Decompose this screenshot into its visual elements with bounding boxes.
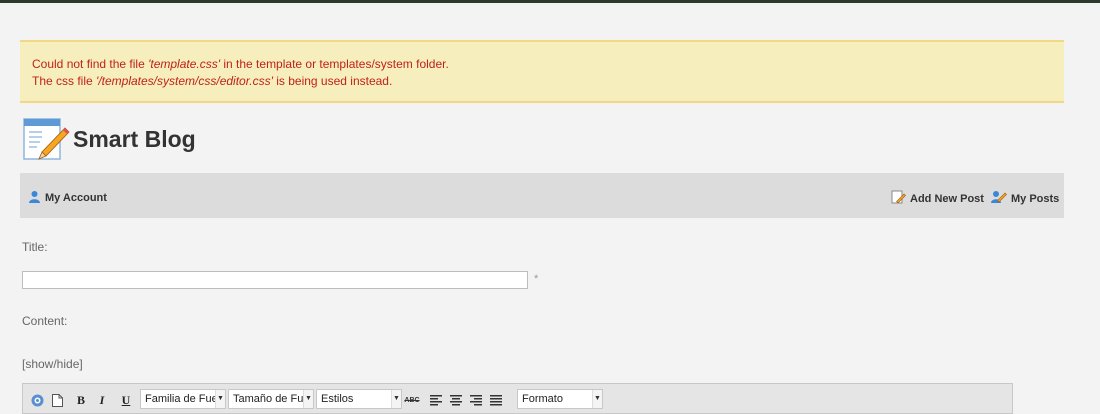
notice-line-1: Could not find the file 'template.css' i… — [32, 57, 449, 71]
add-new-post-link[interactable]: Add New Post — [891, 190, 984, 205]
my-posts-link[interactable]: My Posts — [990, 190, 1059, 205]
user-edit-icon — [991, 191, 1007, 203]
show-hide-editor-link[interactable]: [show/hide] — [22, 357, 83, 371]
strikethrough-button[interactable]: ABC — [404, 390, 420, 410]
new-document-icon — [891, 190, 906, 204]
format-select[interactable]: Formato ▼ — [517, 389, 603, 409]
align-left-icon — [430, 394, 442, 405]
new-document-icon — [51, 393, 63, 407]
underline-button[interactable]: U — [119, 390, 133, 410]
chevron-down-icon: ▼ — [592, 390, 602, 408]
notice-line-2: The css file '/templates/system/css/edit… — [32, 74, 393, 88]
required-indicator: * — [534, 273, 539, 285]
my-account-link[interactable]: My Account — [28, 190, 107, 204]
align-right-button[interactable] — [469, 390, 483, 410]
title-input[interactable] — [22, 271, 528, 289]
window-top-border — [0, 0, 1100, 3]
page-title: Smart Blog — [73, 126, 196, 152]
user-navbar: My Account Add New Post My Posts — [20, 173, 1064, 218]
title-label: Title: — [22, 240, 48, 254]
chevron-down-icon: ▼ — [303, 390, 313, 408]
css-warning-notice: Could not find the file 'template.css' i… — [20, 40, 1064, 103]
align-left-button[interactable] — [429, 390, 443, 410]
align-right-icon — [470, 394, 482, 405]
font-family-select[interactable]: Familia de Fuente ▼ — [140, 389, 226, 409]
notepad-pencil-icon — [23, 118, 70, 160]
new-document-button[interactable] — [49, 390, 65, 410]
editor-toolbar: B I U Familia de Fuente▼ Tamaño de Fuent… — [22, 383, 1013, 414]
styles-select[interactable]: Estilos ▼ — [316, 389, 402, 409]
chevron-down-icon: ▼ — [215, 390, 225, 408]
align-justify-icon — [490, 394, 502, 405]
align-justify-button[interactable] — [489, 390, 503, 410]
align-center-button[interactable] — [449, 390, 463, 410]
user-icon — [29, 191, 40, 203]
chevron-down-icon: ▼ — [391, 390, 401, 408]
content-label: Content: — [22, 314, 68, 328]
align-center-icon — [450, 394, 462, 405]
italic-button[interactable]: I — [95, 390, 109, 410]
help-icon — [31, 394, 43, 406]
help-button[interactable] — [29, 390, 45, 410]
font-size-select[interactable]: Tamaño de Fuente▼ — [228, 389, 314, 409]
bold-button[interactable]: B — [74, 390, 88, 410]
